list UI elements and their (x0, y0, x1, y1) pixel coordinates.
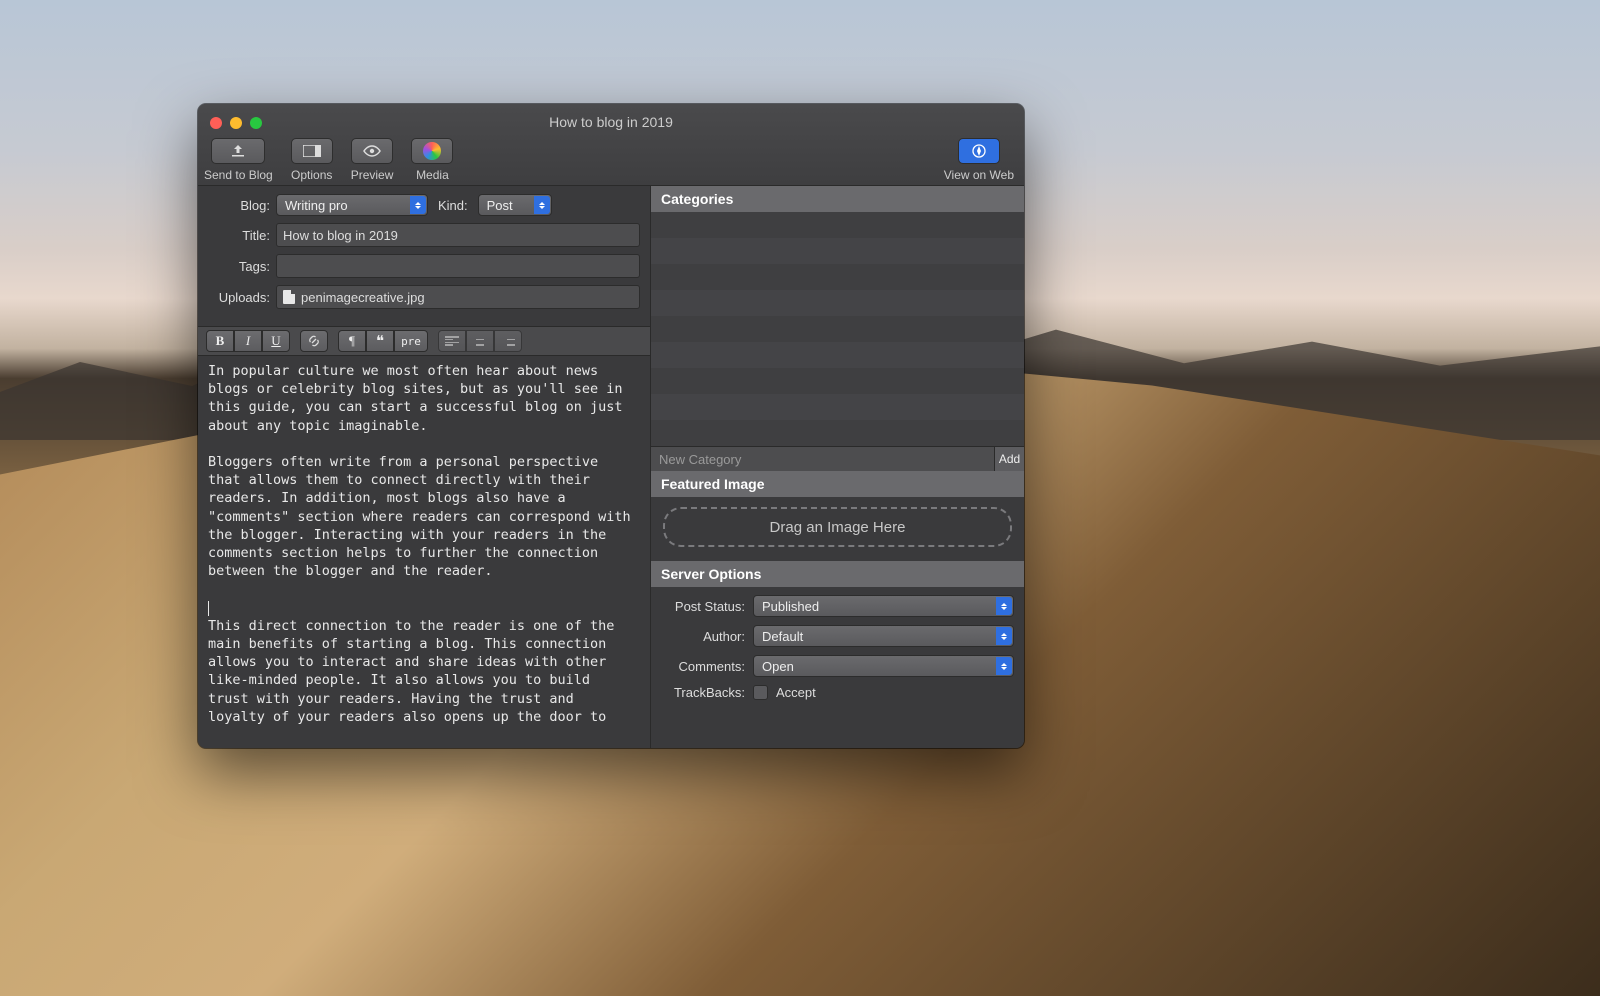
toolbar-media-label: Media (416, 168, 449, 182)
post-status-value: Published (762, 599, 819, 614)
title-label: Title: (202, 228, 276, 243)
blog-select-value: Writing pro (285, 198, 348, 213)
app-window: How to blog in 2019 Send to Blog Options… (198, 104, 1024, 748)
pre-button[interactable]: pre (394, 330, 428, 352)
quote-button[interactable]: ❝ (366, 330, 394, 352)
category-row (651, 420, 1024, 446)
select-arrows-icon (996, 597, 1012, 615)
compass-icon (972, 144, 986, 158)
category-row (651, 264, 1024, 290)
paragraph-button[interactable]: ¶ (338, 330, 366, 352)
featured-image-header: Featured Image (651, 471, 1024, 497)
editor-textarea[interactable]: In popular culture we most often hear ab… (198, 356, 650, 748)
comments-label: Comments: (661, 659, 745, 674)
new-category-input[interactable] (651, 447, 994, 471)
author-value: Default (762, 629, 803, 644)
category-row (651, 316, 1024, 342)
toolbar-send-label: Send to Blog (204, 168, 273, 182)
blog-label: Blog: (202, 198, 276, 213)
uploads-filename: penimagecreative.jpg (301, 290, 425, 305)
toolbar-options-label: Options (291, 168, 332, 182)
category-row (651, 368, 1024, 394)
link-button[interactable] (300, 330, 328, 352)
categories-list[interactable] (651, 212, 1024, 446)
kind-label: Kind: (438, 198, 468, 213)
featured-image-dropzone[interactable]: Drag an Image Here (663, 507, 1012, 547)
titlebar: How to blog in 2019 Send to Blog Options… (198, 104, 1024, 186)
toolbar-view-web-label: View on Web (944, 168, 1014, 182)
link-icon (307, 334, 321, 348)
format-toolbar: B I U ¶ ❝ pre (198, 326, 650, 356)
category-row (651, 342, 1024, 368)
align-right-icon (501, 336, 515, 346)
author-label: Author: (661, 629, 745, 644)
toolbar-preview[interactable]: Preview (351, 138, 394, 182)
server-options-header: Server Options (651, 561, 1024, 587)
underline-button[interactable]: U (262, 330, 290, 352)
uploads-field[interactable]: penimagecreative.jpg (276, 285, 640, 309)
toolbar-preview-label: Preview (351, 168, 394, 182)
text-cursor (208, 601, 209, 616)
blog-select[interactable]: Writing pro (276, 194, 428, 216)
add-category-button[interactable]: Add (994, 447, 1024, 471)
categories-header: Categories (651, 186, 1024, 212)
right-sidebar: Categories Add Featured Image Drag an Im… (651, 186, 1024, 748)
left-column: Blog: Writing pro Kind: Post (198, 186, 651, 748)
editor-body-2: This direct connection to the reader is … (208, 618, 623, 725)
eye-icon (362, 145, 382, 157)
toolbar-options[interactable]: Options (291, 138, 333, 182)
dropzone-label: Drag an Image Here (770, 519, 906, 536)
trackbacks-checkbox[interactable] (753, 685, 768, 700)
select-arrows-icon (996, 627, 1012, 645)
file-icon (283, 290, 295, 304)
category-row (651, 394, 1024, 420)
tags-label: Tags: (202, 259, 276, 274)
uploads-label: Uploads: (202, 290, 276, 305)
category-row (651, 212, 1024, 238)
editor-body-1: In popular culture we most often hear ab… (208, 363, 639, 579)
tags-input[interactable] (276, 254, 640, 278)
trackbacks-accept-label: Accept (776, 685, 816, 700)
align-left-button[interactable] (438, 330, 466, 352)
comments-value: Open (762, 659, 794, 674)
window-title: How to blog in 2019 (198, 114, 1024, 130)
post-status-select[interactable]: Published (753, 595, 1014, 617)
upload-icon (230, 144, 246, 158)
media-icon (423, 142, 441, 160)
toolbar-send[interactable]: Send to Blog (204, 138, 273, 182)
category-row (651, 290, 1024, 316)
italic-button[interactable]: I (234, 330, 262, 352)
select-arrows-icon (996, 657, 1012, 675)
align-center-button[interactable] (466, 330, 494, 352)
post-status-label: Post Status: (661, 599, 745, 614)
category-row (651, 238, 1024, 264)
toolbar-view-web[interactable]: View on Web (944, 138, 1014, 182)
align-center-icon (473, 336, 487, 346)
kind-select[interactable]: Post (478, 194, 552, 216)
panel-icon (303, 145, 321, 157)
title-input[interactable] (276, 223, 640, 247)
align-left-icon (445, 336, 459, 346)
bold-button[interactable]: B (206, 330, 234, 352)
select-arrows-icon (534, 196, 550, 214)
trackbacks-label: TrackBacks: (661, 685, 745, 700)
select-arrows-icon (410, 196, 426, 214)
comments-select[interactable]: Open (753, 655, 1014, 677)
toolbar-media[interactable]: Media (411, 138, 453, 182)
align-right-button[interactable] (494, 330, 522, 352)
author-select[interactable]: Default (753, 625, 1014, 647)
kind-select-value: Post (487, 198, 513, 213)
